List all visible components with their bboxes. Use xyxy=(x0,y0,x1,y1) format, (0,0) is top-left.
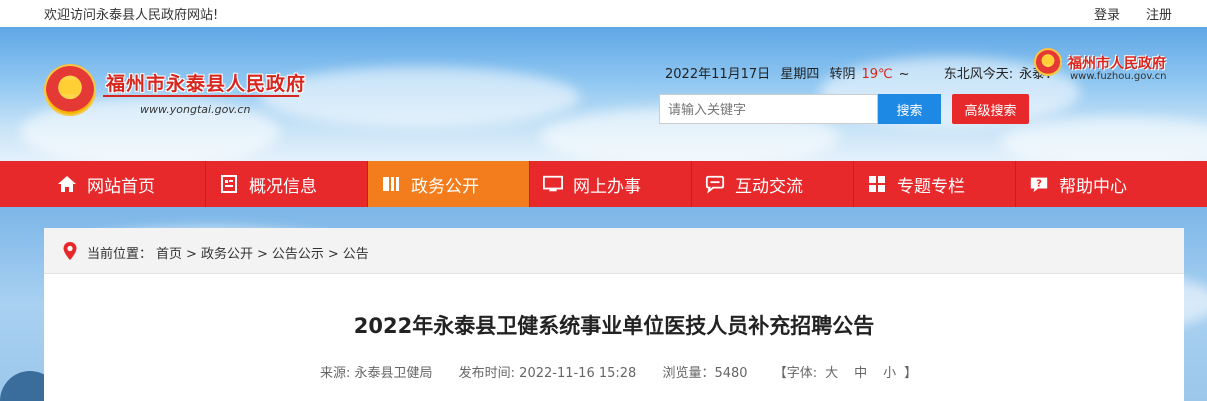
chat-icon xyxy=(705,174,725,194)
fuzhou-emblem-icon xyxy=(1034,48,1062,76)
nav-label: 帮助中心 xyxy=(1059,176,1127,197)
breadcrumb-gov-affairs[interactable]: 政务公开 xyxy=(201,247,253,262)
nav-label: 网站首页 xyxy=(87,176,155,197)
font-size-close: 】 xyxy=(904,366,918,381)
nav-item-home[interactable]: 网站首页 xyxy=(44,161,205,207)
nav-label: 概况信息 xyxy=(249,176,317,197)
breadcrumb-announcement[interactable]: 公告 xyxy=(343,247,369,262)
fuzhou-gov-url: www.fuzhou.gov.cn xyxy=(1070,71,1167,82)
document-icon xyxy=(219,174,239,194)
font-medium-button[interactable]: 中 xyxy=(854,366,867,381)
login-link[interactable]: 登录 xyxy=(1094,4,1120,23)
nav-item-gov-affairs[interactable]: 政务公开 xyxy=(368,161,529,207)
font-size-control: 【字体: 大 中 小】 xyxy=(774,366,917,381)
help-icon: ? xyxy=(1029,174,1049,194)
date-text: 2022年11月17日 xyxy=(665,67,771,82)
font-small-button[interactable]: 小 xyxy=(883,366,896,381)
search-button[interactable]: 搜索 xyxy=(878,94,941,124)
advanced-search-button[interactable]: 高级搜索 xyxy=(952,94,1029,124)
register-link[interactable]: 注册 xyxy=(1146,4,1172,23)
nav-item-interaction[interactable]: 互动交流 xyxy=(692,161,853,207)
article-source: 来源: 永泰县卫健局 xyxy=(320,366,433,381)
nav-label: 政务公开 xyxy=(411,176,479,197)
article-title: 2022年永泰县卫健系统事业单位医技人员补充招聘公告 xyxy=(353,314,875,338)
nav-label: 专题专栏 xyxy=(897,176,965,197)
nav-label: 网上办事 xyxy=(573,176,641,197)
breadcrumb-separator: > xyxy=(327,247,339,262)
search-input[interactable] xyxy=(659,94,878,124)
book-icon xyxy=(381,174,401,194)
article-views: 浏览量：5480 xyxy=(662,366,748,381)
title-divider xyxy=(103,95,299,97)
welcome-text: 欢迎访问永泰县人民政府网站! xyxy=(44,8,219,23)
weather-text: 转阴 xyxy=(829,67,856,82)
article-panel: 当前位置： 首页 > 政务公开 > 公告公示 > 公告 2022年永泰县卫健系统事业单位医技人… xyxy=(44,228,1184,401)
site-title[interactable]: 福州市永泰县人民政府 xyxy=(106,69,306,96)
weekday-text: 星期四 xyxy=(780,67,820,82)
font-large-button[interactable]: 大 xyxy=(825,366,838,381)
temperature-separator: ~ xyxy=(898,67,910,82)
home-icon xyxy=(57,174,77,194)
site-url: www.yongtai.gov.cn xyxy=(140,103,251,116)
nav-item-topics[interactable]: 专题专栏 xyxy=(854,161,1015,207)
main-nav: 网站首页 概况信息 政务公开 网上办事 互动交流 专题专栏 ? 帮助中心 xyxy=(0,161,1207,207)
font-size-label: 【字体: xyxy=(773,366,818,381)
temperature-text: 19℃ xyxy=(861,67,893,82)
breadcrumb-separator: > xyxy=(256,247,268,262)
article-publish-time: 发布时间: 2022-11-16 15:28 xyxy=(458,366,637,381)
breadcrumb-bar: 当前位置： 首页 > 政务公开 > 公告公示 > 公告 xyxy=(44,228,1184,274)
date-weather: 2022年11月17日 星期四 转阴 19℃ ~ 东北风今天: 永泰： xyxy=(665,63,1064,82)
nav-item-online-service[interactable]: 网上办事 xyxy=(530,161,691,207)
breadcrumb-separator: > xyxy=(186,247,197,262)
article-meta: 来源: 永泰县卫健局 发布时间: 2022-11-16 15:28 浏览量：54… xyxy=(320,362,917,381)
national-emblem-icon xyxy=(44,64,96,116)
breadcrumb-notices[interactable]: 公告公示 xyxy=(272,247,324,262)
top-bar: 欢迎访问永泰县人民政府网站! 登录 注册 xyxy=(0,0,1207,27)
fuzhou-gov-link[interactable]: 福州市人民政府 xyxy=(1068,53,1166,73)
monitor-icon xyxy=(543,174,563,194)
nav-item-overview[interactable]: 概况信息 xyxy=(206,161,367,207)
svg-text:?: ? xyxy=(1036,179,1042,190)
nav-label: 互动交流 xyxy=(735,176,803,197)
breadcrumb: 当前位置： 首页 > 政务公开 > 公告公示 > 公告 xyxy=(87,243,373,262)
wind-text: 东北风今天: xyxy=(943,67,1014,82)
site-header: 福州市永泰县人民政府 www.yongtai.gov.cn 2022年11月17… xyxy=(0,27,1207,161)
location-pin-icon xyxy=(62,241,78,261)
nav-item-help[interactable]: ? 帮助中心 xyxy=(1016,161,1177,207)
breadcrumb-home[interactable]: 首页 xyxy=(156,247,182,262)
grid-icon xyxy=(867,174,887,194)
breadcrumb-prefix: 当前位置： xyxy=(87,247,153,262)
